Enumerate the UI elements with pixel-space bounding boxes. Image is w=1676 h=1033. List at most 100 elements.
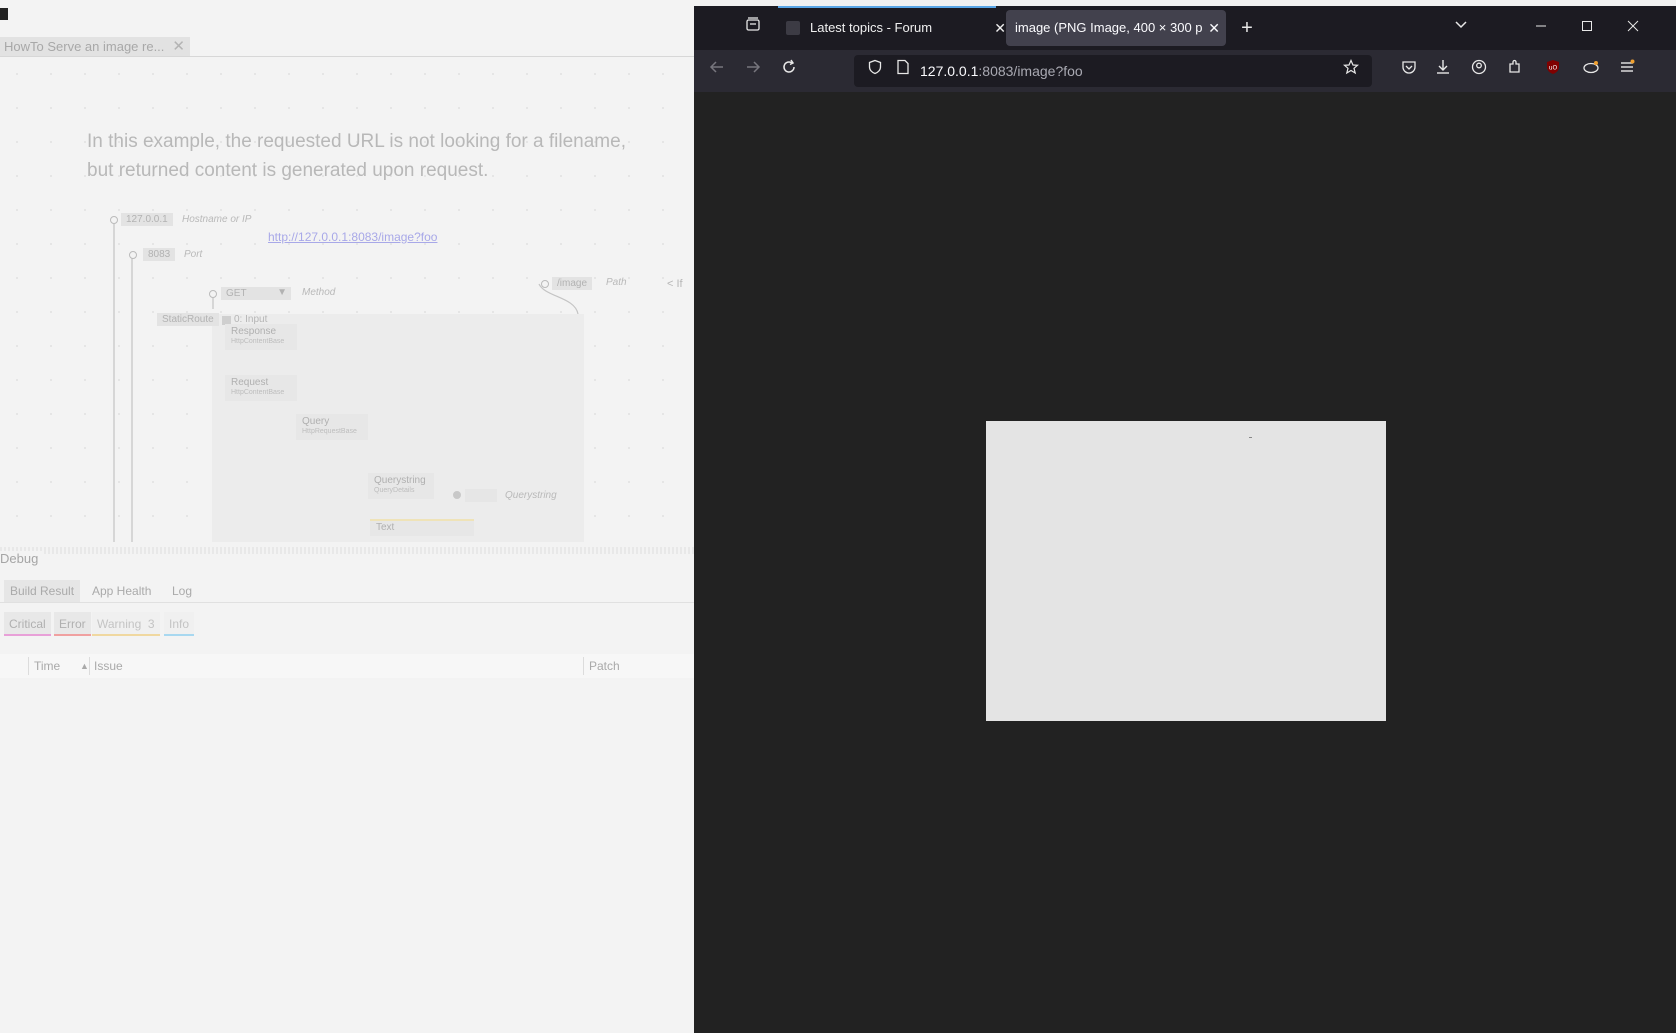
new-tab-icon[interactable]: + [1232, 13, 1262, 43]
pin-icon [453, 491, 461, 499]
page-icon[interactable] [888, 56, 918, 86]
sort-arrow-icon[interactable]: ▲ [80, 654, 89, 678]
tab-forum[interactable]: Latest topics - Forum ✕ [778, 6, 1006, 46]
tab-log[interactable]: Log [166, 580, 198, 602]
tab-image[interactable]: image (PNG Image, 400 × 300 pixels) ✕ [1006, 10, 1226, 46]
page-viewport [694, 92, 1676, 1033]
filter-info[interactable]: Info [164, 612, 195, 636]
filter-warning[interactable]: Warning 3 [92, 612, 160, 636]
method-value: GET [226, 288, 247, 299]
window-marker [0, 8, 8, 20]
tab-app-health[interactable]: App Health [86, 580, 157, 602]
pin-icon [541, 280, 549, 288]
account-icon[interactable] [1464, 56, 1494, 86]
pocket-icon[interactable] [1394, 56, 1424, 86]
pin-icon [110, 216, 118, 224]
pin-icon [209, 290, 217, 298]
tab-list-icon[interactable] [1446, 13, 1476, 43]
querystring-label: Querystring [505, 490, 557, 501]
host-iobox[interactable]: 127.0.0.1 [121, 213, 173, 226]
maximize-icon[interactable] [1572, 13, 1602, 43]
forward-icon[interactable] [738, 56, 768, 86]
column-separator [583, 657, 584, 675]
close-tab-icon[interactable]: ✕ [1208, 10, 1220, 46]
browser-window: Latest topics - Forum ✕ image (PNG Image… [694, 6, 1676, 1033]
request-type: HttpContentBase [231, 389, 285, 396]
query-node[interactable]: Query HttpRequestBase [296, 414, 368, 440]
dropdown-arrow-icon: ▼ [277, 287, 287, 298]
severity-filters: Critical Error Warning 3 Info [0, 612, 700, 638]
host-label: Hostname or IP [182, 214, 252, 225]
filter-critical[interactable]: Critical [4, 612, 51, 636]
document-tab-label: HowTo Serve an image re... [4, 39, 165, 54]
path-iobox[interactable]: /image [552, 277, 593, 290]
bookmark-star-icon[interactable] [1336, 56, 1366, 86]
filter-error[interactable]: Error [54, 612, 91, 636]
port-iobox[interactable]: 8083 [143, 248, 176, 261]
svg-text:uO: uO [1549, 65, 1558, 72]
querystring-type: QueryDetails [374, 487, 415, 494]
tab-forum-title: Latest topics - Forum [810, 20, 933, 35]
cut-comment: < If [667, 278, 683, 290]
tab-build-result[interactable]: Build Result [4, 580, 81, 602]
text-node[interactable]: Text [370, 519, 474, 536]
filter-info-label: Info [169, 617, 190, 631]
response-node[interactable]: Response HttpContentBase [225, 324, 297, 350]
method-label: Method [302, 287, 336, 298]
close-window-icon[interactable] [1618, 13, 1648, 43]
shield-icon[interactable] [860, 56, 890, 86]
patch-canvas[interactable]: In this example, the requested URL is no… [0, 57, 700, 542]
close-tab-icon[interactable]: ✕ [172, 37, 185, 56]
issue-list-header: Time ▲ Issue Patch [0, 654, 700, 678]
menu-icon[interactable] [1612, 56, 1642, 86]
filter-error-underline [54, 634, 91, 636]
panel-splitter[interactable] [0, 547, 700, 554]
debug-tabs: Build Result App Health Log [0, 580, 700, 603]
querystring-node[interactable]: Querystring QueryDetails [368, 473, 434, 499]
response-title: Response [231, 326, 277, 337]
download-icon[interactable] [1428, 56, 1458, 86]
extensions-icon[interactable] [1500, 56, 1530, 86]
served-png-image[interactable] [986, 421, 1386, 721]
debug-title: Debug [0, 551, 43, 566]
column-separator [28, 657, 29, 675]
column-issue[interactable]: Issue [94, 654, 123, 678]
querystring-iobox[interactable] [465, 489, 497, 502]
url-host: 127.0.0.1 [920, 63, 979, 79]
request-node[interactable]: Request HttpContentBase [225, 375, 297, 401]
column-time[interactable]: Time [34, 654, 60, 678]
tab-strip: Latest topics - Forum ✕ image (PNG Image… [694, 6, 1676, 50]
minimize-icon[interactable] [1526, 13, 1556, 43]
url-rest: :8083/image?foo [978, 63, 1083, 79]
url-link[interactable]: http://127.0.0.1:8083/image?foo [268, 230, 437, 244]
tab-image-title: image (PNG Image, 400 × 300 pixels) [1015, 20, 1203, 35]
close-tab-icon[interactable]: ✕ [994, 10, 1006, 46]
filter-warning-label: Warning 3 [97, 617, 155, 631]
tab-overview-icon[interactable] [738, 13, 768, 43]
query-title: Query [302, 416, 330, 427]
filter-warning-underline [92, 634, 160, 636]
method-enum[interactable]: GET ▼ [221, 287, 291, 300]
column-patch[interactable]: Patch [589, 654, 620, 678]
reload-icon[interactable] [774, 56, 804, 86]
filter-error-label: Error [59, 617, 86, 631]
text-title: Text [376, 522, 395, 533]
ublock-icon[interactable]: uO [1538, 56, 1568, 86]
address-bar[interactable]: 127.0.0.1:8083/image?foo [854, 55, 1372, 87]
url-text[interactable]: 127.0.0.1:8083/image?foo [920, 55, 1083, 87]
back-icon[interactable] [702, 56, 732, 86]
querystring-title: Querystring [374, 475, 426, 486]
navigation-toolbar: 127.0.0.1:8083/image?foo uO [694, 50, 1676, 92]
request-title: Request [231, 377, 269, 388]
filter-critical-label: Critical [9, 617, 46, 631]
column-separator [89, 657, 90, 675]
tab-loading-accent [778, 6, 996, 8]
pin-icon [129, 251, 137, 259]
extension2-icon[interactable] [1576, 56, 1606, 86]
editor-toolbar [0, 0, 700, 36]
image-pixel-mark [1249, 437, 1252, 438]
document-tab[interactable]: HowTo Serve an image re... ✕ [0, 37, 190, 56]
patch-editor: HowTo Serve an image re... ✕ In this exa… [0, 0, 700, 1033]
static-route-label: StaticRoute [157, 313, 219, 326]
filter-info-underline [164, 634, 195, 636]
